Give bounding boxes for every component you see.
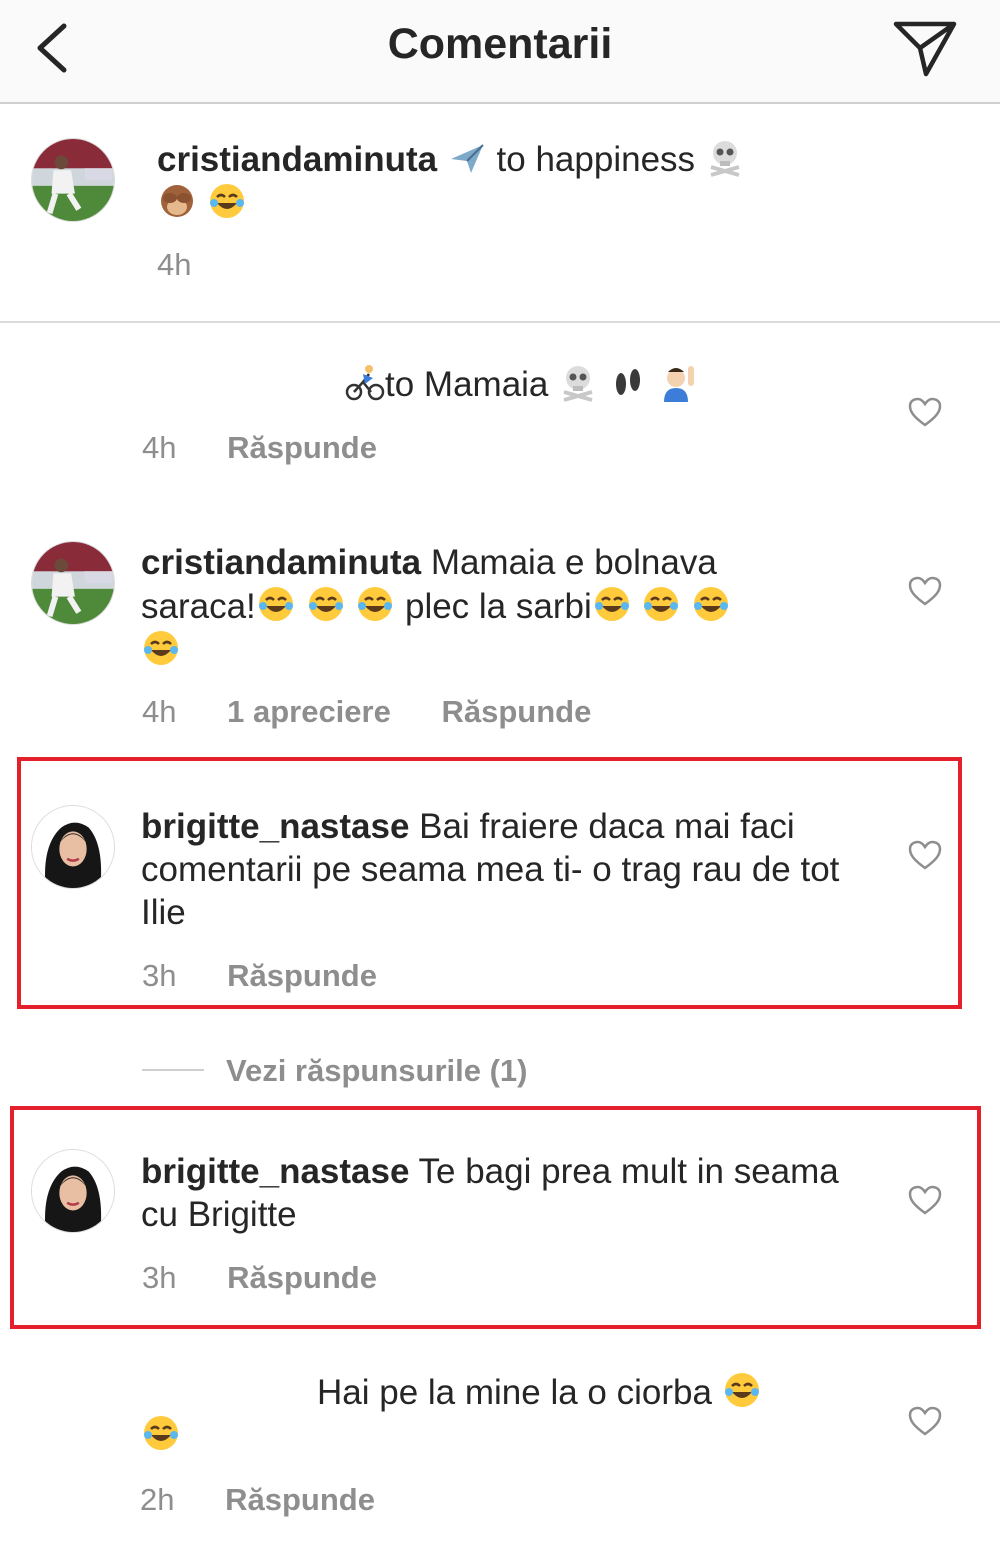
avatar[interactable] <box>31 541 115 625</box>
comment-text: brigitte_nastase Te bagi prea mult in se… <box>141 1152 839 1234</box>
comment-meta: 3h Răspunde <box>142 1260 377 1296</box>
avatar-photo-icon <box>32 139 114 221</box>
tears-of-joy-emoji-icon <box>722 1370 762 1410</box>
username[interactable]: cristiandaminuta <box>141 543 421 582</box>
comment-text: cristiandaminuta Mamaia e bolnava saraca… <box>141 541 861 672</box>
caption-time: 4h <box>157 247 192 282</box>
comment-meta: 3h Răspunde <box>142 958 377 994</box>
avatar-photo-icon <box>32 542 114 624</box>
comment-text-continuation <box>141 1413 241 1457</box>
avatar[interactable] <box>31 138 115 222</box>
reply-button[interactable]: Răspunde <box>225 1482 375 1518</box>
direct-send-icon[interactable] <box>890 14 960 80</box>
tears-of-joy-emoji-icon <box>256 584 296 624</box>
reply-button[interactable]: Răspunde <box>227 958 377 994</box>
tears-of-joy-emoji-icon <box>141 628 181 668</box>
avatar-photo-icon <box>32 1150 114 1232</box>
avatar[interactable] <box>31 1149 115 1233</box>
reply-button[interactable]: Răspunde <box>227 430 377 466</box>
comment-meta: 4h Răspunde <box>142 430 377 466</box>
tears-of-joy-emoji-icon <box>141 1413 181 1453</box>
username[interactable]: brigitte_nastase <box>141 1152 409 1191</box>
tears-of-joy-emoji-icon <box>355 584 395 624</box>
tears-of-joy-emoji-icon <box>691 584 731 624</box>
username[interactable]: brigitte_nastase <box>141 807 409 846</box>
tears-of-joy-emoji-icon <box>306 584 346 624</box>
heart-icon[interactable] <box>908 1406 942 1436</box>
airplane-emoji-icon <box>447 137 487 177</box>
divider <box>0 321 1000 323</box>
cyclist-emoji-icon <box>345 362 385 402</box>
comment-meta: 2h Răspunde <box>140 1482 375 1518</box>
skull-crossbones-emoji-icon <box>705 137 745 177</box>
heart-icon[interactable] <box>908 576 942 606</box>
comment-text: brigitte_nastase Bai fraiere daca mai fa… <box>141 807 840 932</box>
replies-divider-line <box>142 1069 204 1071</box>
avatar-photo-icon <box>32 806 114 888</box>
tears-of-joy-emoji-icon <box>207 181 247 221</box>
likes-count[interactable]: 1 apreciere <box>227 694 391 730</box>
see-no-evil-monkey-emoji-icon <box>157 181 197 221</box>
heart-icon[interactable] <box>908 397 942 427</box>
reply-button[interactable]: Răspunde <box>227 1260 377 1296</box>
username[interactable]: cristiandaminuta <box>157 140 437 179</box>
footprints-emoji-icon <box>608 362 648 402</box>
person-raising-hand-emoji-icon <box>658 362 698 402</box>
comment-meta: 4h 1 apreciere Răspunde <box>142 694 592 730</box>
caption-text: cristiandaminuta to happiness <box>157 137 857 225</box>
heart-icon[interactable] <box>908 1185 942 1215</box>
avatar[interactable] <box>31 805 115 889</box>
top-bar: Comentarii <box>0 0 1000 104</box>
tears-of-joy-emoji-icon <box>592 584 632 624</box>
comment-text: to Mamaia <box>345 362 905 406</box>
comment-text: Hai pe la mine la o ciorba <box>317 1370 877 1414</box>
view-replies-button[interactable]: Vezi răspunsurile (1) <box>142 1053 528 1089</box>
page-title: Comentarii <box>387 20 613 68</box>
reply-button[interactable]: Răspunde <box>441 694 591 730</box>
heart-icon[interactable] <box>908 840 942 870</box>
tears-of-joy-emoji-icon <box>641 584 681 624</box>
skull-crossbones-emoji-icon <box>558 362 598 402</box>
